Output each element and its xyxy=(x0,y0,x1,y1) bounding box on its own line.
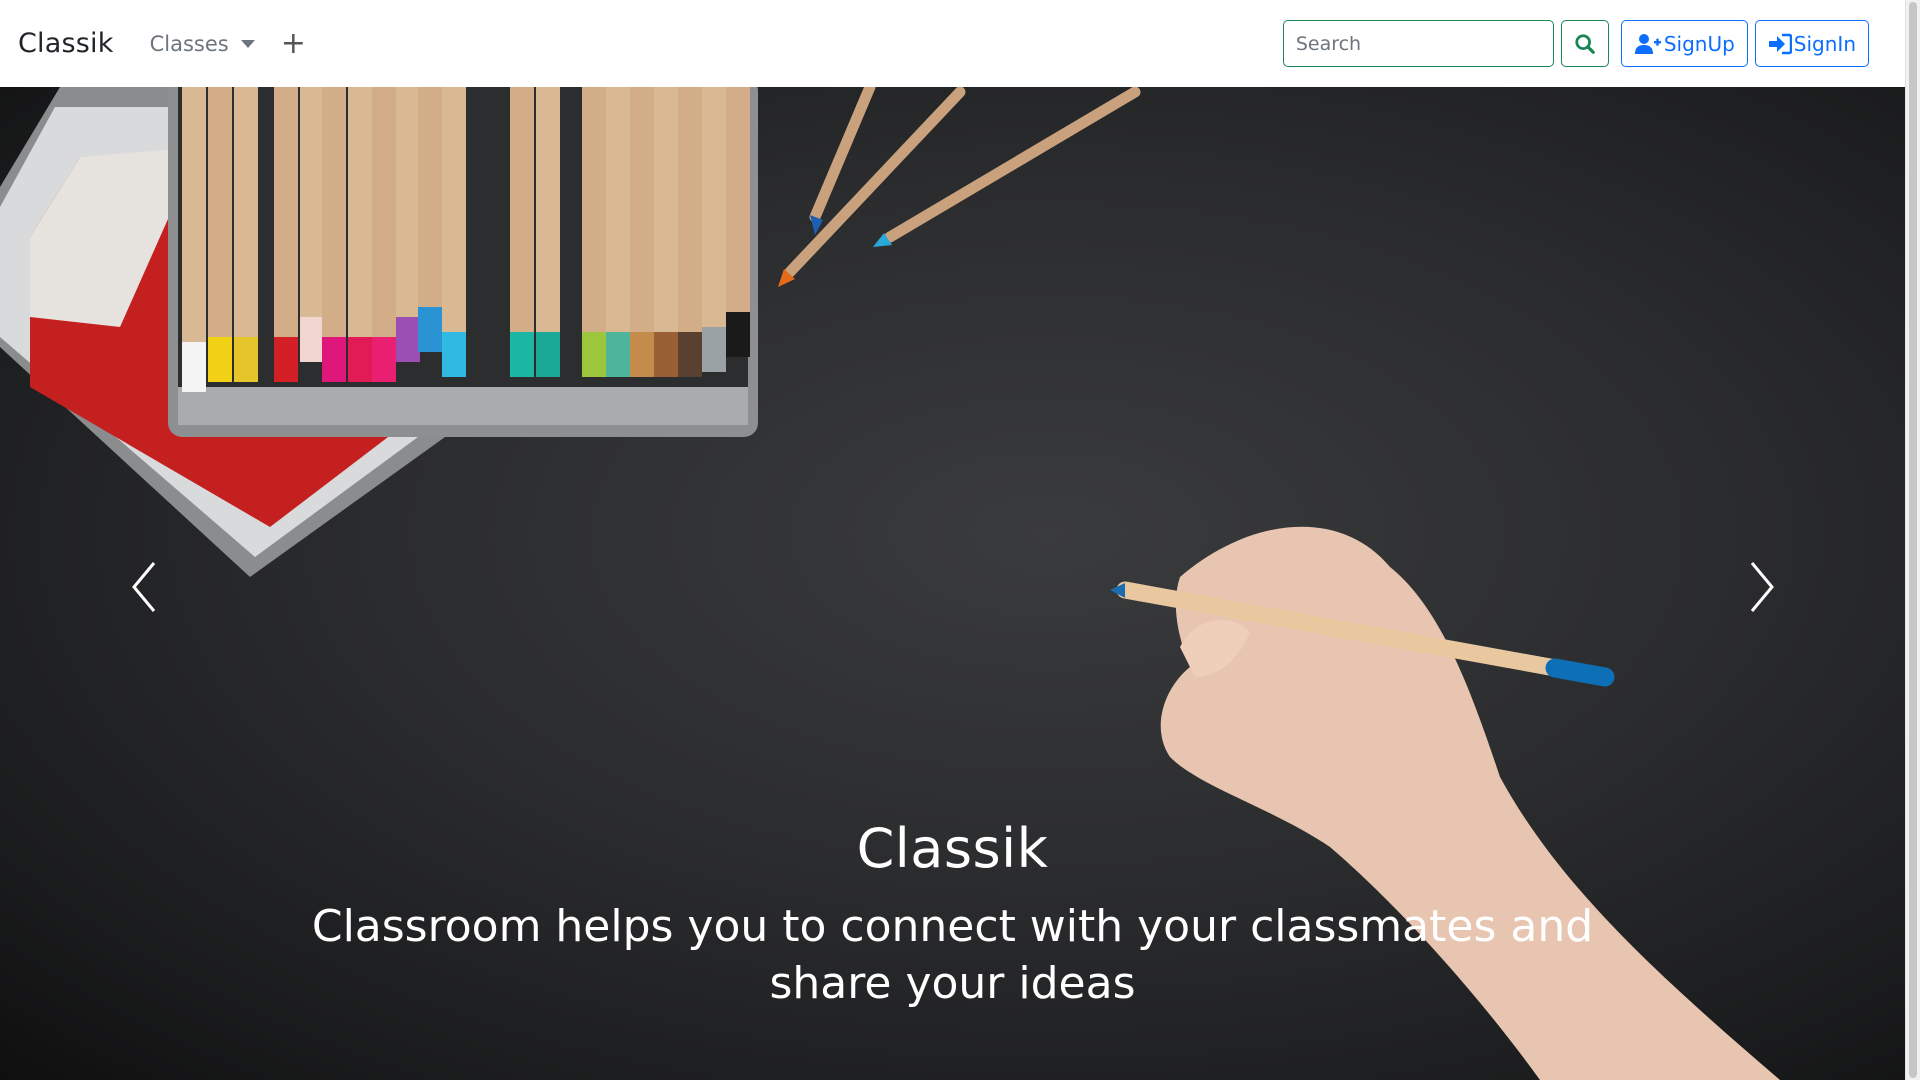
classes-dropdown-label: Classes xyxy=(149,31,229,56)
hero-title: Classik xyxy=(856,817,1049,880)
page-scrollbar[interactable] xyxy=(1905,0,1920,1080)
search-input[interactable] xyxy=(1282,20,1554,67)
hero-carousel: Classik Classroom helps you to connect w… xyxy=(0,87,1905,1080)
nav-actions: SignUp SignIn xyxy=(1282,20,1869,67)
signup-button[interactable]: SignUp xyxy=(1620,20,1748,67)
signin-button[interactable]: SignIn xyxy=(1754,20,1869,67)
brand-logo[interactable]: Classik xyxy=(18,28,114,59)
carousel-next-button[interactable] xyxy=(1742,557,1782,617)
chevron-left-icon xyxy=(132,562,156,612)
carousel-caption: Classik Classroom helps you to connect w… xyxy=(0,817,1905,1012)
carousel-prev-button[interactable] xyxy=(124,557,164,617)
sign-in-icon xyxy=(1768,33,1792,54)
user-plus-icon xyxy=(1634,33,1661,54)
signup-label: SignUp xyxy=(1663,31,1735,56)
classes-dropdown[interactable]: Classes xyxy=(150,32,255,56)
top-navbar: Classik Classes + SignUp xyxy=(0,0,1905,87)
caret-down-icon xyxy=(240,39,255,48)
chevron-right-icon xyxy=(1750,562,1774,612)
loose-pencils xyxy=(778,87,1141,287)
add-class-button[interactable]: + xyxy=(281,28,306,59)
scrollbar-thumb[interactable] xyxy=(1909,2,1917,1078)
hero-subtitle: Classroom helps you to connect with your… xyxy=(311,901,1594,1009)
search-button[interactable] xyxy=(1560,20,1609,67)
search-icon xyxy=(1575,33,1595,54)
signin-label: SignIn xyxy=(1793,31,1856,56)
